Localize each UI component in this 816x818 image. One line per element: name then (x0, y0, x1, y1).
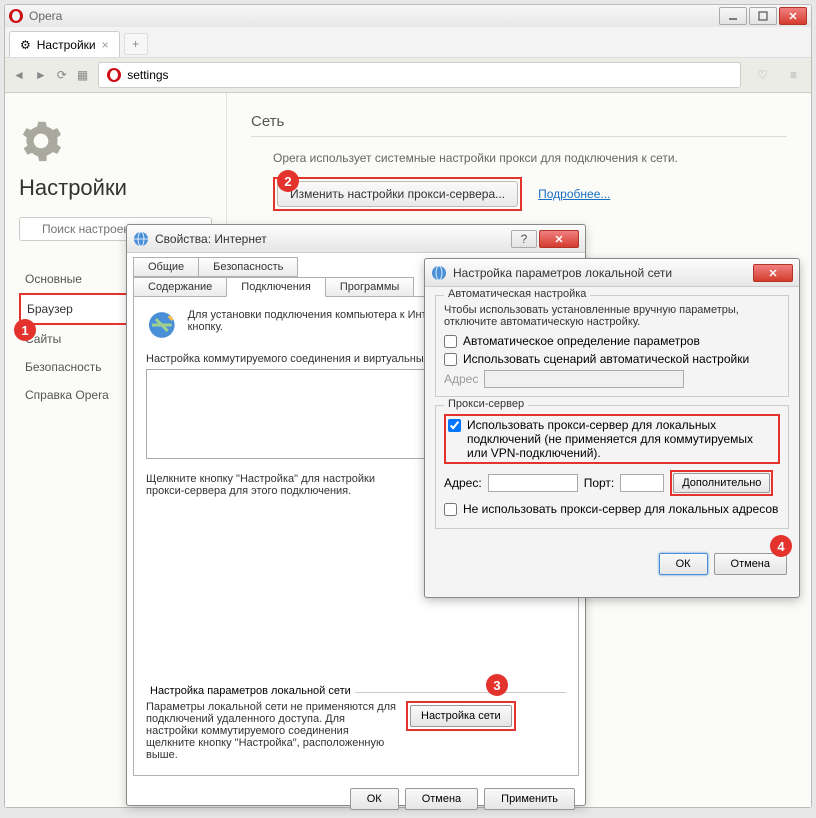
script-address-label: Адрес (444, 372, 478, 386)
bypass-local-label: Не использовать прокси-сервер для локаль… (463, 502, 778, 516)
url-text: settings (127, 68, 168, 82)
menu-icon[interactable]: ≡ (784, 68, 803, 82)
close-button[interactable] (779, 7, 807, 25)
lan-legend: Настройка параметров локальной сети (146, 685, 355, 697)
ok-button[interactable]: ОК (350, 788, 399, 810)
change-proxy-button[interactable]: Изменить настройки прокси-сервера... (277, 181, 518, 207)
tab-programs[interactable]: Программы (325, 277, 414, 297)
globe-icon (431, 265, 447, 281)
tab-general[interactable]: Общие (133, 257, 199, 277)
proxy-server-group: Прокси-сервер Использовать прокси-сервер… (435, 405, 789, 529)
learn-more-link[interactable]: Подробнее... (538, 187, 610, 201)
callout-1: 1 (14, 319, 36, 341)
opera-titlebar: Opera (5, 5, 811, 27)
proxy-legend: Прокси-сервер (444, 398, 528, 410)
section-title: Сеть (251, 113, 787, 137)
auto-config-group: Автоматическая настройка Чтобы использов… (435, 295, 789, 397)
lan-ok-button[interactable]: ОК (659, 553, 708, 575)
speed-dial-icon[interactable]: ▦ (77, 68, 88, 82)
proxy-address-label: Адрес: (444, 476, 482, 490)
lan-dialog-title: Настройка параметров локальной сети (453, 266, 672, 280)
advanced-button[interactable]: Дополнительно (673, 473, 770, 493)
forward-button[interactable]: ► (35, 68, 47, 82)
opera-mini-icon (107, 68, 121, 82)
help-button[interactable]: ? (511, 230, 537, 248)
proxy-note: Opera использует системные настройки про… (273, 151, 787, 165)
dialog-close-button[interactable] (539, 230, 579, 248)
sidebar-heading: Настройки (19, 175, 212, 201)
cancel-button[interactable]: Отмена (405, 788, 478, 810)
back-button[interactable]: ◄ (13, 68, 25, 82)
lan-settings-dialog: Настройка параметров локальной сети Авто… (424, 258, 800, 598)
tab-settings[interactable]: ⚙ Настройки × (9, 31, 120, 57)
gear-icon: ⚙ (20, 38, 31, 52)
proxy-port-input[interactable] (620, 474, 664, 492)
callout-3: 3 (486, 674, 508, 696)
auto-script-label: Использовать сценарий автоматической нас… (463, 352, 749, 366)
maximize-button[interactable] (749, 7, 777, 25)
opera-logo-icon (9, 9, 23, 23)
tab-close-icon[interactable]: × (102, 38, 109, 52)
bookmark-icon[interactable]: ♡ (751, 68, 774, 82)
proxy-port-label: Порт: (584, 476, 615, 490)
new-tab-button[interactable]: + (124, 33, 148, 55)
setup-hint: Щелкните кнопку "Настройка" для настройк… (146, 473, 406, 497)
globe-icon (133, 231, 149, 247)
tab-title: Настройки (37, 38, 96, 52)
tab-security[interactable]: Безопасность (198, 257, 298, 277)
callout-2: 2 (277, 170, 299, 192)
callout-4: 4 (770, 535, 792, 557)
auto-detect-label: Автоматическое определение параметров (463, 334, 700, 348)
auto-legend: Автоматическая настройка (444, 288, 590, 300)
lan-text: Параметры локальной сети не применяются … (146, 701, 396, 761)
bypass-local-checkbox[interactable] (444, 503, 457, 516)
url-field[interactable]: settings (98, 62, 741, 88)
auto-script-checkbox[interactable] (444, 353, 457, 366)
settings-gear-icon (19, 119, 63, 163)
proxy-address-input[interactable] (488, 474, 578, 492)
app-name: Opera (29, 9, 62, 23)
auto-detect-checkbox[interactable] (444, 335, 457, 348)
use-proxy-label: Использовать прокси-сервер для локальных… (467, 418, 776, 460)
tab-connections[interactable]: Подключения (226, 277, 326, 297)
use-proxy-checkbox[interactable] (448, 419, 461, 432)
script-address-input (484, 370, 684, 388)
lan-dialog-close-button[interactable] (753, 264, 793, 282)
browser-tabbar: ⚙ Настройки × + (5, 27, 811, 57)
lan-settings-button[interactable]: Настройка сети (410, 705, 512, 727)
auto-text: Чтобы использовать установленные вручную… (444, 304, 780, 328)
minimize-button[interactable] (719, 7, 747, 25)
lan-dialog-titlebar: Настройка параметров локальной сети (425, 259, 799, 287)
reload-button[interactable]: ⟳ (57, 68, 67, 82)
lan-cancel-button[interactable]: Отмена (714, 553, 787, 575)
apply-button[interactable]: Применить (484, 788, 575, 810)
dialog-titlebar: Свойства: Интернет ? (127, 225, 585, 253)
address-bar: ◄ ► ⟳ ▦ settings ♡ ≡ (5, 57, 811, 93)
tab-content[interactable]: Содержание (133, 277, 227, 297)
connection-globe-icon (146, 309, 178, 341)
dialog-title: Свойства: Интернет (155, 232, 267, 246)
